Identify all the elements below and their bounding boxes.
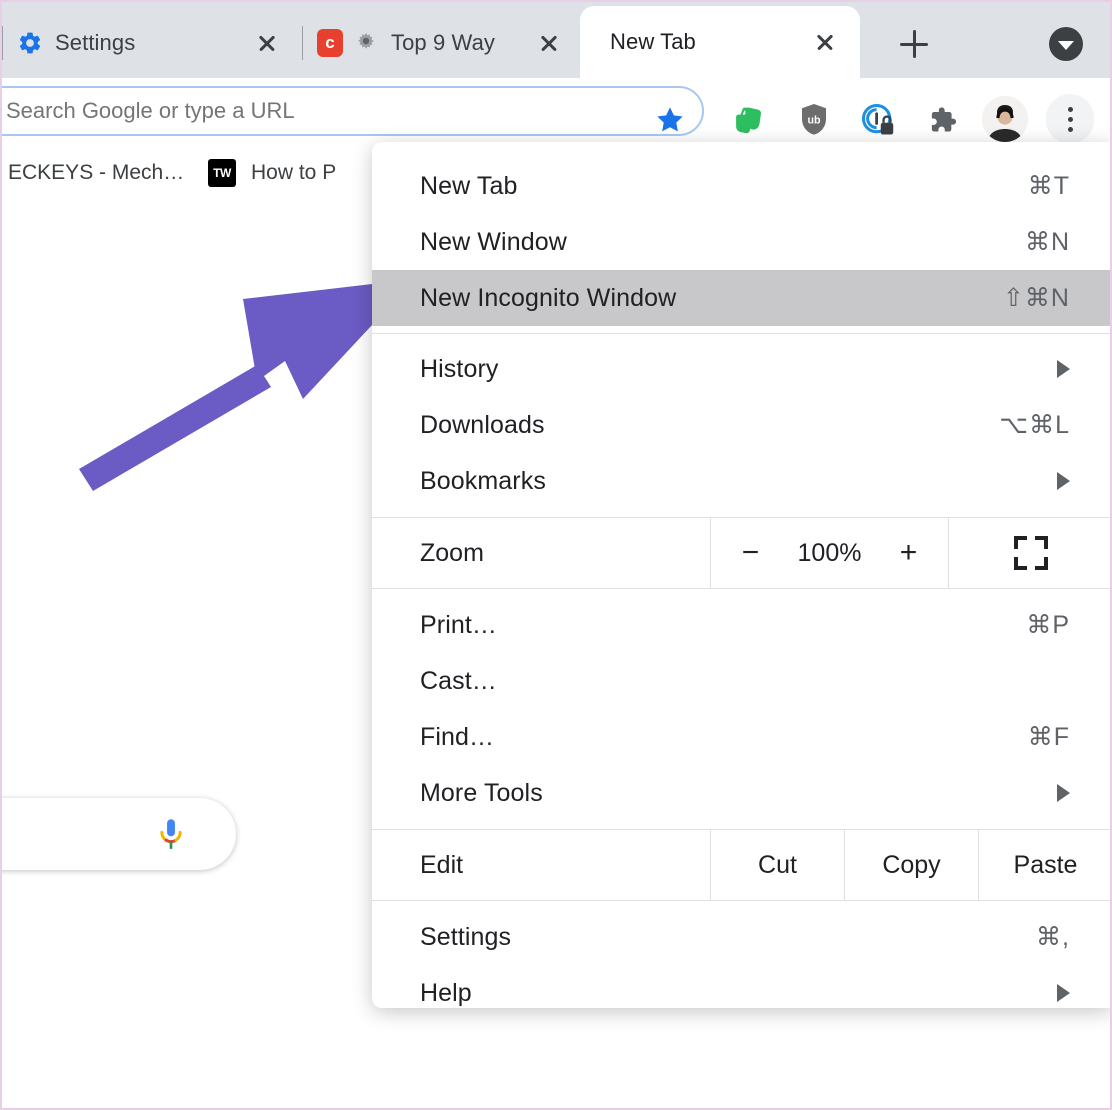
menu-item-shortcut: ⌘, — [1036, 923, 1070, 951]
canva-icon: c — [317, 29, 343, 57]
menu-item-label: Downloads — [420, 410, 545, 439]
menu-item-label: New Tab — [420, 171, 518, 200]
zoom-in-button[interactable]: + — [896, 536, 922, 570]
privacy-lock-icon[interactable] — [856, 98, 900, 142]
bookmark-item[interactable]: TW How to P — [207, 153, 336, 193]
tab-top-9-way[interactable]: c Top 9 Way — [302, 8, 582, 78]
dot — [1067, 106, 1073, 112]
google-search-box[interactable] — [2, 798, 236, 870]
zoom-control: − 100% + — [710, 518, 948, 588]
submenu-arrow-icon — [1057, 984, 1070, 1002]
menu-item-label: New Window — [420, 227, 567, 256]
extensions-puzzle-icon[interactable] — [920, 98, 964, 142]
google-mic-icon[interactable] — [155, 818, 187, 852]
close-icon — [257, 33, 277, 53]
avatar[interactable] — [982, 96, 1028, 142]
ublock-origin-icon[interactable]: ub — [792, 98, 836, 142]
search-input[interactable] — [2, 88, 702, 134]
address-bar[interactable] — [2, 86, 704, 136]
fullscreen-button[interactable] — [948, 518, 1110, 588]
edit-row: Edit Cut Copy Paste — [372, 829, 1110, 901]
gear-icon — [17, 30, 43, 56]
menu-item-shortcut: ⌘P — [1026, 611, 1070, 639]
menu-item-label: New Incognito Window — [420, 283, 677, 312]
dot — [1067, 126, 1073, 132]
tab-settings[interactable]: Settings — [2, 8, 302, 78]
tw-icon: TW — [207, 158, 237, 188]
menu-item-label: Print… — [420, 610, 498, 639]
menu-item-new-incognito-window[interactable]: New Incognito Window ⇧⌘N — [372, 270, 1110, 326]
paste-button[interactable]: Paste — [978, 830, 1110, 900]
three-dot-menu-button[interactable] — [1046, 94, 1094, 144]
tab-close-button[interactable] — [808, 25, 842, 59]
menu-separator — [372, 333, 1110, 334]
menu-item-downloads[interactable]: Downloads ⌥⌘L — [372, 397, 1110, 453]
zoom-level-value: 100% — [797, 538, 862, 567]
browser-window: Settings c Top 9 Way New Tab Search Goog… — [2, 2, 1110, 1108]
menu-item-label: Cast… — [420, 666, 497, 695]
menu-item-shortcut: ⇧⌘N — [1002, 284, 1070, 312]
menu-item-cast[interactable]: Cast… — [372, 653, 1110, 709]
gear-spoke-icon — [353, 30, 379, 56]
tab-close-button[interactable] — [250, 26, 284, 60]
browser-toolbar: ub — [2, 78, 1110, 144]
tab-divider — [2, 26, 3, 60]
tab-search-button[interactable] — [1046, 24, 1086, 64]
tab-title: New Tab — [610, 29, 696, 54]
tab-new-tab-active[interactable]: New Tab — [580, 6, 860, 78]
close-icon — [539, 33, 559, 53]
menu-item-label: History — [420, 354, 499, 383]
zoom-row: Zoom − 100% + — [372, 517, 1110, 589]
menu-item-new-tab[interactable]: New Tab ⌘T — [372, 158, 1110, 214]
new-tab-button[interactable] — [886, 22, 942, 66]
tw-icon-text: TW — [208, 159, 236, 187]
submenu-arrow-icon — [1057, 784, 1070, 802]
menu-item-label: Find… — [420, 722, 495, 751]
evernote-icon[interactable] — [728, 98, 772, 142]
bookmark-item[interactable]: ECKEYS - Mech… — [2, 153, 184, 193]
menu-item-shortcut: ⌘N — [1024, 228, 1070, 256]
menu-item-bookmarks[interactable]: Bookmarks — [372, 453, 1110, 509]
tab-title: Settings — [55, 30, 136, 55]
tab-title: Top 9 Way — [391, 30, 496, 55]
tab-close-button[interactable] — [532, 26, 566, 60]
edit-label: Edit — [420, 850, 464, 879]
menu-item-print[interactable]: Print… ⌘P — [372, 597, 1110, 653]
copy-button[interactable]: Copy — [844, 830, 978, 900]
menu-item-shortcut: ⌘T — [1027, 172, 1070, 200]
menu-item-shortcut: ⌘F — [1027, 723, 1070, 751]
plus-icon — [900, 30, 928, 58]
zoom-label: Zoom — [420, 538, 484, 567]
submenu-arrow-icon — [1057, 360, 1070, 378]
menu-item-label: More Tools — [420, 778, 543, 807]
menu-item-history[interactable]: History — [372, 341, 1110, 397]
dot — [1067, 116, 1073, 122]
bookmark-star-icon[interactable] — [650, 100, 690, 140]
menu-item-find[interactable]: Find… ⌘F — [372, 709, 1110, 765]
zoom-out-button[interactable]: − — [738, 536, 764, 570]
chevron-down-icon — [1049, 27, 1083, 61]
fullscreen-icon — [1013, 536, 1048, 570]
menu-item-label: Help — [420, 978, 472, 1007]
chrome-main-menu: New Tab ⌘T New Window ⌘N New Incognito W… — [372, 142, 1110, 1008]
menu-item-label: Settings — [420, 922, 512, 951]
menu-item-shortcut: ⌥⌘L — [999, 411, 1070, 439]
bookmark-label: ECKEYS - Mech… — [8, 161, 185, 184]
tab-strip: Settings c Top 9 Way New Tab — [2, 2, 1110, 78]
bookmark-label: How to P — [251, 161, 337, 184]
tab-divider — [302, 26, 303, 60]
submenu-arrow-icon — [1057, 472, 1070, 490]
cut-button[interactable]: Cut — [710, 830, 844, 900]
menu-item-help[interactable]: Help — [372, 965, 1110, 1008]
close-icon — [815, 32, 835, 52]
menu-item-new-window[interactable]: New Window ⌘N — [372, 214, 1110, 270]
menu-item-more-tools[interactable]: More Tools — [372, 765, 1110, 821]
menu-item-label: Bookmarks — [420, 466, 546, 495]
menu-item-settings[interactable]: Settings ⌘, — [372, 909, 1110, 965]
svg-text:ub: ub — [807, 114, 821, 126]
